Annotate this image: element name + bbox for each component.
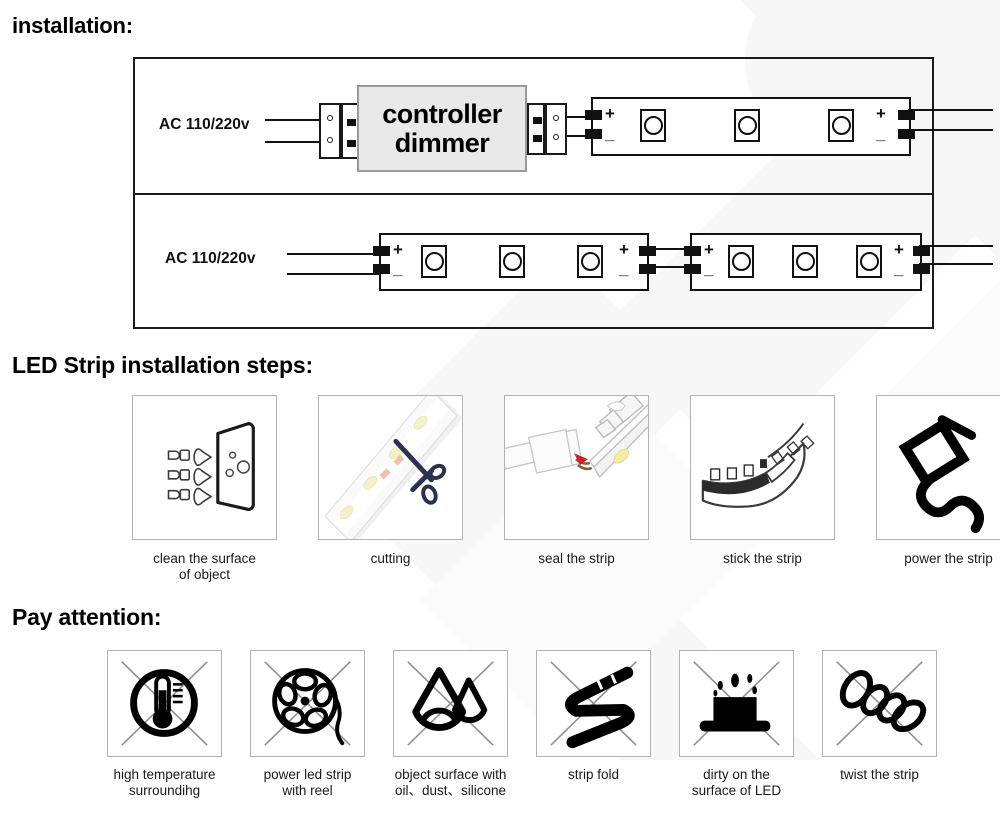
controller-label-line2: dimmer	[394, 127, 490, 158]
input-terminal-block-row1	[319, 103, 341, 159]
step-label: stick the strip	[723, 551, 802, 566]
twist-strip-icon	[822, 650, 937, 757]
strip-fold-icon	[536, 650, 651, 757]
wiring-diagram-frame: AC 110/220v controller dimmer + _ + _ AC…	[133, 57, 993, 331]
step-card-seal: seal the strip	[504, 395, 649, 583]
wiring-row-controller: AC 110/220v controller dimmer + _ + _	[135, 59, 993, 195]
strip-pad-plus	[373, 246, 390, 256]
step-card-stick: stick the strip	[690, 395, 835, 583]
led-chip	[734, 109, 760, 142]
led-strip-row2-second: + _ + _	[684, 233, 930, 291]
attention-label: dirty on the surface of LED	[691, 767, 782, 798]
led-chip	[856, 245, 882, 278]
scissors-cutting-icon	[318, 395, 463, 540]
terminal-screw	[553, 134, 559, 140]
step-label: cutting	[370, 551, 411, 566]
installation-steps-row: clean the surface of object cutting seal…	[132, 395, 1000, 583]
strip-sign-plus: +	[393, 240, 403, 259]
strip-out-pad-plus	[913, 246, 930, 256]
attention-label: power led strip with reel	[263, 767, 352, 798]
seal-glue-icon	[504, 395, 649, 540]
strip-out-pad-minus	[913, 264, 930, 274]
mains-wire-top-row2	[287, 253, 379, 255]
pay-attention-row: high temperature surroundihg power led s…	[107, 650, 937, 799]
led-strip-row2-first: + _ + _	[373, 233, 656, 291]
high-temperature-icon	[107, 650, 222, 757]
section-title-attention: Pay attention:	[12, 604, 162, 630]
section-title-steps: LED Strip installation steps:	[12, 352, 313, 378]
powered-reel-icon	[250, 650, 365, 757]
attention-card-oil-dust-silicone: object surface with oil、dust、silicone	[393, 650, 508, 799]
controller-label-line1: controller	[382, 99, 502, 130]
step-label: seal the strip	[538, 551, 615, 566]
terminal-screw	[553, 115, 559, 121]
terminal-screw	[327, 137, 333, 143]
ac-source-label-row2: AC 110/220v	[165, 250, 256, 267]
output-connector-glyph-row1	[527, 103, 545, 155]
attention-card-powered-reel: power led strip with reel	[250, 650, 365, 799]
attention-card-dirty-led: dirty on the surface of LED	[679, 650, 794, 799]
strip-out-pad-plus	[898, 110, 915, 120]
led-chip	[792, 245, 818, 278]
strip-sign-plus: +	[704, 240, 714, 259]
led-chip	[499, 245, 525, 278]
led-strip-row1: + _ + _	[585, 97, 915, 156]
attention-label: twist the strip	[840, 767, 919, 782]
led-chip	[640, 109, 666, 142]
ac-source-label-row1: AC 110/220v	[159, 116, 250, 133]
page-title-installation: installation:	[12, 13, 133, 38]
led-chip	[828, 109, 854, 142]
strip-pad-plus	[585, 110, 602, 120]
tail-wire-top-row2	[919, 245, 993, 247]
oil-dust-silicone-icon	[393, 650, 508, 757]
attention-label: strip fold	[567, 767, 620, 782]
led-chip	[577, 245, 603, 278]
mains-wire-top-row1	[265, 119, 319, 121]
mains-wire-bottom-row1	[265, 141, 319, 143]
strip-sign-minus: _	[605, 124, 615, 143]
dirty-led-surface-icon	[679, 650, 794, 757]
terminal-screw	[327, 115, 333, 121]
output-terminal-block-row1	[545, 103, 567, 155]
clean-surface-icon	[132, 395, 277, 540]
mains-wire-bottom-row2	[287, 273, 379, 275]
strip-sign-minus: _	[704, 259, 714, 278]
step-card-power: power the strip	[876, 395, 1000, 583]
step-card-clean-surface: clean the surface of object	[132, 395, 277, 583]
strip-out-sign-minus: _	[876, 124, 886, 143]
tail-wire-bottom-row1	[908, 129, 993, 131]
step-card-cutting: cutting	[318, 395, 463, 583]
strip-out-sign-minus: _	[894, 259, 904, 278]
controller-dimmer-box: controller dimmer	[357, 85, 527, 172]
stick-tape-icon	[690, 395, 835, 540]
step-label: power the strip	[904, 551, 993, 566]
strip-pad-minus	[585, 129, 602, 139]
attention-card-strip-fold: strip fold	[536, 650, 651, 799]
led-chip	[728, 245, 754, 278]
strip-pad-minus	[373, 264, 390, 274]
wiring-row-series: AC 110/220v + _ + _ + _ + _	[135, 195, 993, 331]
tail-wire-top-row1	[908, 109, 993, 111]
attention-card-twist-strip: twist the strip	[822, 650, 937, 799]
tail-wire-bottom-row2	[919, 263, 993, 265]
strip-sign-plus: +	[605, 104, 615, 123]
strip-out-sign-plus: +	[619, 240, 629, 259]
strip-sign-minus: _	[393, 259, 403, 278]
attention-label: object surface with oil、dust、silicone	[394, 767, 507, 798]
strip-pad-plus	[684, 246, 701, 256]
attention-label: high temperature surroundihg	[113, 767, 216, 798]
attention-card-high-temperature: high temperature surroundihg	[107, 650, 222, 799]
led-chip	[421, 245, 447, 278]
strip-out-sign-plus: +	[894, 240, 904, 259]
step-label: clean the surface of object	[153, 551, 256, 582]
strip-out-sign-plus: +	[876, 104, 886, 123]
strip-pad-minus	[684, 264, 701, 274]
power-plug-icon	[876, 395, 1000, 540]
strip-out-sign-minus: _	[619, 259, 629, 278]
